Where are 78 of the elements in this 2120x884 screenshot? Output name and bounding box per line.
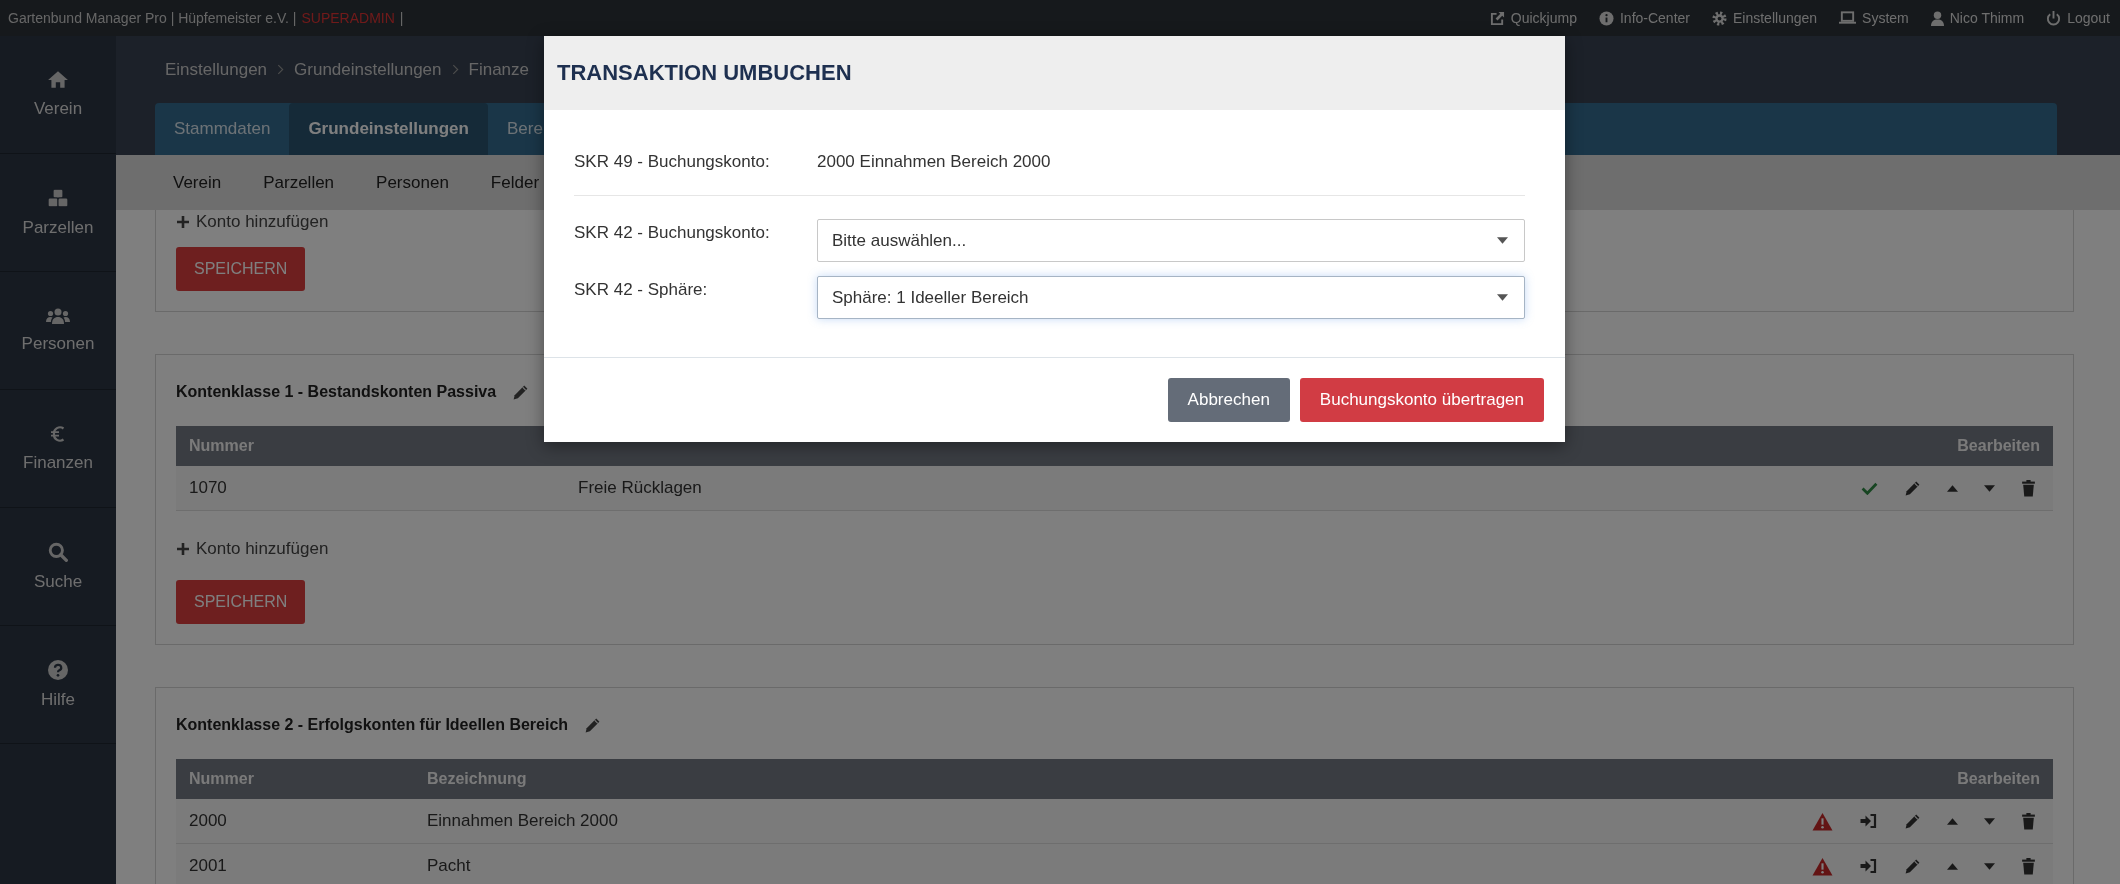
- top-nav-link[interactable]: Info-Center: [1598, 10, 1690, 26]
- tab[interactable]: Grundeinstellungen: [289, 103, 488, 155]
- table-cell: Einnahmen Bereich 2000: [414, 799, 1169, 844]
- info-icon: [1598, 10, 1614, 26]
- top-nav-link[interactable]: Logout: [2046, 10, 2110, 26]
- transfer-button[interactable]: Buchungskonto übertragen: [1299, 378, 1544, 422]
- pencil-icon: [1904, 857, 1921, 875]
- table-cell: Freie Rücklagen: [565, 466, 1194, 511]
- laptop-icon: [1839, 11, 1857, 25]
- gear-icon: [1712, 10, 1727, 26]
- column-header: Nummer: [176, 759, 414, 799]
- subnav-link[interactable]: Parzellen: [263, 172, 335, 193]
- save-button[interactable]: SPEICHERN: [176, 247, 306, 291]
- trash-icon: [2021, 479, 2036, 497]
- caret-up-icon: [1947, 817, 1958, 825]
- caret-down-icon: [1984, 862, 1995, 870]
- euro-icon: [51, 424, 65, 443]
- subnav-link[interactable]: Verein: [173, 172, 222, 193]
- caret-down-icon: [1984, 817, 1995, 825]
- caret-up-icon: [1947, 862, 1958, 870]
- caret-down-icon: [1497, 237, 1508, 244]
- top-nav-link[interactable]: Quickjump: [1489, 10, 1577, 26]
- breadcrumb-link[interactable]: Einstellungen: [165, 59, 268, 80]
- trash-icon: [2021, 812, 2036, 830]
- select-field[interactable]: Sphäre: 1 Ideeller Bereich: [817, 276, 1525, 319]
- column-header: Bezeichnung: [414, 759, 1169, 799]
- search-icon: [48, 541, 68, 562]
- select-field[interactable]: Bitte auswählen...: [817, 219, 1525, 262]
- tab[interactable]: Bere: [487, 103, 562, 155]
- card-title: Kontenklasse 2 - Erfolgskonten für Ideellen Bereich: [176, 716, 569, 734]
- pencil-icon: [1904, 812, 1921, 830]
- house-icon: [47, 70, 69, 89]
- subnav-link[interactable]: Felder: [490, 172, 540, 193]
- add-account-link[interactable]: Konto hinzufügen: [176, 210, 329, 234]
- cancel-button[interactable]: Abbrechen: [1167, 378, 1290, 422]
- help-icon: [48, 659, 68, 680]
- top-nav-link[interactable]: Nico Thimm: [1930, 10, 2025, 26]
- column-header: Bearbeiten: [1168, 759, 2053, 799]
- top-nav-link[interactable]: System: [1839, 10, 1909, 26]
- top-nav-link[interactable]: Einstellungen: [1712, 10, 1818, 26]
- modal-title: TRANSAKTION UMBUCHEN: [557, 60, 852, 86]
- table-cell: 1070: [176, 466, 565, 511]
- pencil-icon: [584, 716, 602, 734]
- external-link-icon: [1489, 10, 1505, 26]
- field-label: SKR 42 - Sphäre:: [574, 279, 709, 300]
- power-icon: [2046, 10, 2062, 26]
- table-cell: 2000: [176, 799, 414, 844]
- users-icon: [46, 307, 70, 324]
- app-title: Gartenbund Manager Pro | Hüpfemeister e.V. |: [8, 10, 297, 26]
- field-label: SKR 49 - Buchungskonto:: [574, 152, 771, 172]
- caret-down-icon: [1497, 294, 1508, 301]
- add-account-link[interactable]: Konto hinzufügen: [176, 537, 329, 561]
- field-label: SKR 42 - Buchungskonto:: [574, 222, 771, 243]
- field-value: 2000 Einnahmen Bereich 2000: [817, 152, 1051, 172]
- card-title: Kontenklasse 1 - Bestandskonten Passiva: [176, 383, 497, 401]
- caret-up-icon: [1947, 484, 1958, 492]
- separator-text: |: [399, 10, 404, 26]
- plus-icon: [176, 215, 190, 229]
- plus-icon: [176, 542, 190, 556]
- breadcrumb-link[interactable]: Finanze: [468, 59, 529, 80]
- table-cell: 2001: [176, 843, 414, 884]
- table-cell: Pacht: [414, 843, 1169, 884]
- sign-in-icon: [1859, 813, 1878, 829]
- caret-down-icon: [1984, 484, 1995, 492]
- pencil-icon: [1904, 479, 1921, 497]
- save-button[interactable]: SPEICHERN: [176, 580, 306, 624]
- chevron-icon: [277, 64, 285, 75]
- role-label: SUPERADMIN: [301, 10, 395, 26]
- subnav-link[interactable]: Personen: [376, 172, 449, 193]
- tab[interactable]: Stammdaten: [155, 103, 290, 155]
- column-header: Nummer: [176, 426, 565, 466]
- user-icon: [1930, 10, 1944, 26]
- chevron-icon: [451, 64, 459, 75]
- cubes-icon: [47, 187, 69, 208]
- breadcrumb-link[interactable]: Grundeinstellungen: [294, 59, 442, 80]
- trash-icon: [2021, 857, 2036, 875]
- pencil-icon: [512, 383, 530, 401]
- sign-in-icon: [1859, 858, 1878, 874]
